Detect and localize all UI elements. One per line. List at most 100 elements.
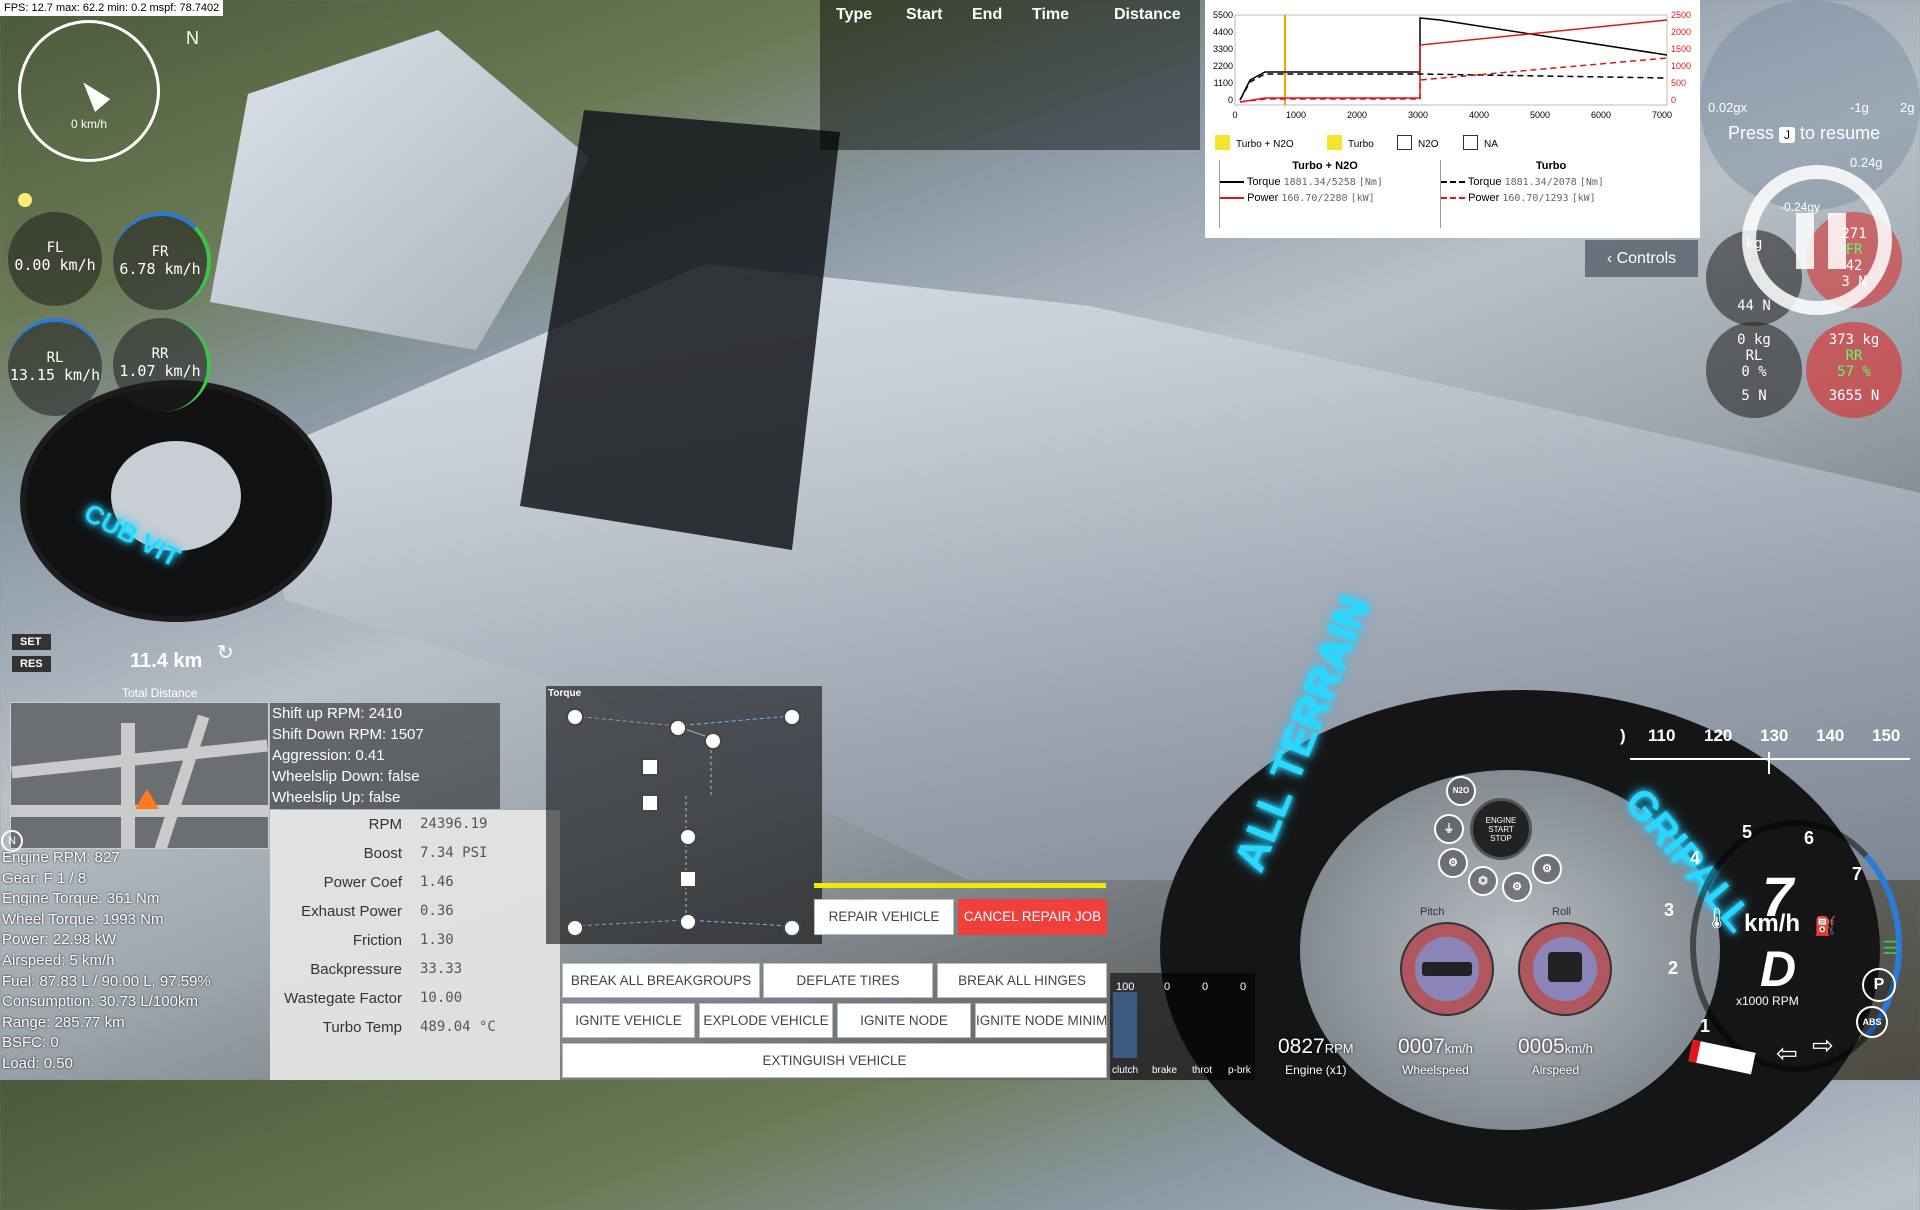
minimap[interactable] xyxy=(10,702,269,849)
n2o-badge[interactable]: N2O xyxy=(1446,776,1476,806)
wheelspeed-readout: 0007km/h Wheelspeed xyxy=(1398,1035,1473,1077)
cruise-set-button[interactable]: SET xyxy=(12,634,51,650)
tire-load: 0 kg xyxy=(1737,332,1771,348)
y-left-tick: 2200 xyxy=(1213,61,1233,71)
engine-value: 33.33 xyxy=(420,961,463,977)
checkbox-box[interactable] xyxy=(1397,135,1412,151)
y-right-tick: 1000 xyxy=(1671,61,1691,71)
g-label-x: 0.02gx xyxy=(1708,100,1748,115)
stat-line: Gear: F 1 / 8 xyxy=(2,869,87,887)
y-right-tick: 0 xyxy=(1671,95,1676,105)
compass-gauge: 0 km/h xyxy=(18,20,160,162)
wheel-gauge-rl: RL 13.15 km/h xyxy=(8,318,102,416)
torque-value: 1881.34/2078 xyxy=(1504,177,1577,188)
shaft-node-icon xyxy=(641,794,659,812)
explode-vehicle-button[interactable]: EXPLODE VEHICLE xyxy=(699,1003,833,1038)
parking-brake-icon: P xyxy=(1862,968,1896,1002)
tire-force: 5 N xyxy=(1741,388,1767,404)
pause-bar-icon xyxy=(1828,213,1846,269)
drivetrain-diagram: Torque xyxy=(546,686,822,944)
timing-col-distance: Distance xyxy=(1114,6,1181,23)
input-monitor: 100 0 0 0 clutch brake throt p-brk xyxy=(1110,973,1255,1080)
ignite-vehicle-button[interactable]: IGNITE VEHICLE xyxy=(562,1003,695,1038)
throttle-label: throt xyxy=(1192,1065,1213,1076)
awd-icon[interactable]: ⚙ xyxy=(1502,872,1532,902)
shift-line: Wheelslip Down: false xyxy=(272,768,420,785)
gear-mode: D xyxy=(1760,941,1797,997)
speed-tape-label: 150 xyxy=(1872,726,1901,745)
readout-value: 0827 xyxy=(1278,1035,1325,1058)
pitch-indicator xyxy=(1400,922,1494,1016)
break-hinges-button[interactable]: BREAK ALL HINGES xyxy=(937,963,1107,998)
diff-rear-icon xyxy=(679,913,697,931)
pause-button[interactable] xyxy=(1742,165,1892,315)
tacho-tick: 5 xyxy=(1742,822,1753,842)
engine-start-stop-button[interactable]: ENGINE START STOP xyxy=(1470,798,1532,860)
minimap-road xyxy=(11,739,268,779)
north-indicator: N xyxy=(186,28,199,48)
engine-key: Backpressure xyxy=(310,961,402,978)
cancel-repair-button[interactable]: CANCEL REPAIR JOB xyxy=(958,899,1107,935)
checkbox-na[interactable]: NA xyxy=(1463,134,1498,152)
clutch-node-icon xyxy=(704,732,722,750)
x-tick: 5000 xyxy=(1530,110,1550,120)
reset-distance-icon[interactable]: ↻ xyxy=(217,640,234,665)
break-breakgroups-button[interactable]: BREAK ALL BREAKGROUPS xyxy=(562,963,760,998)
player-arrow-icon xyxy=(135,789,159,809)
power-label: Power xyxy=(1247,192,1279,204)
wheel-name: RL xyxy=(46,350,64,366)
tire-force-unit: N xyxy=(1762,298,1771,314)
parking-brake-label: p-brk xyxy=(1228,1065,1251,1076)
engine-debug-table: RPM 24396.19 Boost 7.34 PSI Power Coef 1.46… xyxy=(270,810,560,1080)
speed-tape-label: 120 xyxy=(1704,726,1733,745)
left-tire xyxy=(20,380,332,622)
speed-tape-line xyxy=(1630,758,1910,760)
stat-line: Wheel Torque: 1993 Nm xyxy=(2,910,164,928)
g-label-y: 0.24g xyxy=(1850,155,1883,170)
shaft-node-icon xyxy=(641,758,659,776)
diff-lock-icon[interactable]: ⚙ xyxy=(1438,848,1468,878)
g-label-max: 2g xyxy=(1900,100,1915,115)
extinguish-vehicle-button[interactable]: EXTINGUISH VEHICLE xyxy=(562,1043,1107,1078)
stat-line: Fuel: 87.83 L / 90.00 L, 97.59% xyxy=(2,972,211,990)
lowrange-icon[interactable]: ⏣ xyxy=(1468,866,1498,896)
checkbox-n2o[interactable]: N2O xyxy=(1397,134,1439,152)
shift-info: Shift up RPM: 2410 Shift Down RPM: 1507 … xyxy=(270,703,500,809)
deflate-tires-button[interactable]: DEFLATE TIRES xyxy=(763,963,933,998)
controls-button[interactable]: ‹ Controls xyxy=(1585,240,1698,277)
tire-gauge-rr: 373 kg RR 57 % 3655 N xyxy=(1806,322,1902,418)
pause-resume-text: to resume xyxy=(1800,123,1881,143)
tacho-tick: 2 xyxy=(1668,958,1679,978)
esc-icon[interactable]: ⚙ xyxy=(1532,854,1562,884)
repair-progress-bar xyxy=(814,883,1106,888)
checkbox-turbo-n2o[interactable]: Turbo + N2O xyxy=(1215,134,1294,152)
ignite-node-button[interactable]: IGNITE NODE xyxy=(837,1003,971,1038)
x-tick: 1000 xyxy=(1286,110,1306,120)
shift-line: Shift up RPM: 2410 xyxy=(272,705,403,722)
pause-hint: Press J to resume xyxy=(1728,123,1880,144)
engine-value: 0.36 xyxy=(420,903,454,919)
legend-group-turbo: Turbo Torque 1881.34/2078 [Nm] Power 160… xyxy=(1440,160,1661,228)
y-left-tick: 0 xyxy=(1228,95,1233,105)
cruise-res-button[interactable]: RES xyxy=(12,656,51,672)
repair-vehicle-button[interactable]: REPAIR VEHICLE xyxy=(814,899,954,935)
ignite-node-minimal-button[interactable]: IGNITE NODE MINIM xyxy=(975,1003,1107,1038)
clutch-value: 100 xyxy=(1116,981,1135,993)
readout-unit: km/h xyxy=(1564,1041,1593,1056)
x-tick: 3000 xyxy=(1408,110,1428,120)
turn-left-icon: ⇦ xyxy=(1776,1038,1798,1068)
torque-curve-turbo xyxy=(1239,73,1668,101)
y-right-tick: 2000 xyxy=(1671,27,1691,37)
stat-line: Engine RPM: 827 xyxy=(2,849,120,866)
checkbox-box[interactable] xyxy=(1215,135,1230,151)
gear-shift-icon[interactable]: ⏚ xyxy=(1434,814,1464,844)
coolant-temp-icon: 🌡 xyxy=(1704,908,1730,930)
checkbox-turbo[interactable]: Turbo xyxy=(1327,134,1374,152)
timing-col-time: Time xyxy=(1032,6,1070,23)
x-tick: 0 xyxy=(1232,110,1237,120)
shift-line: Shift Down RPM: 1507 xyxy=(272,726,424,743)
power-curve-turbo xyxy=(1239,57,1668,103)
wheel-speed: 6.78 km/h xyxy=(119,260,201,278)
checkbox-box[interactable] xyxy=(1463,135,1478,151)
checkbox-box[interactable] xyxy=(1327,135,1342,151)
